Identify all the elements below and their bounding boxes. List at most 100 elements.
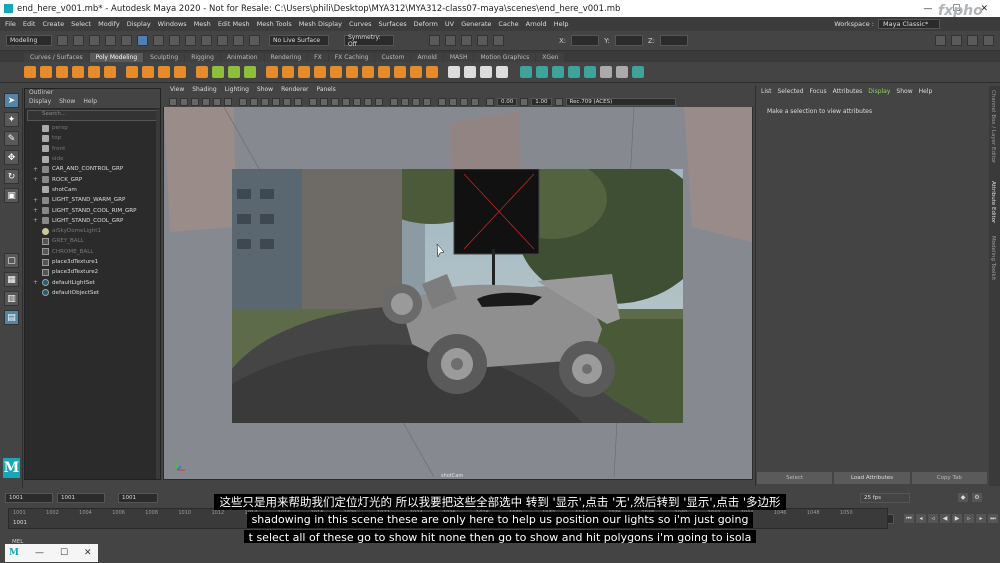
boolean-icon[interactable] [266,66,278,78]
outliner-item[interactable]: + ROCK_GRP [25,174,160,184]
outliner-scrollbar[interactable] [156,109,160,479]
copy-tab-button[interactable]: Copy Tab [911,472,987,484]
shelf-tab-custom[interactable]: Custom [375,53,411,62]
motion-blur-icon[interactable] [401,97,409,106]
outliner-item[interactable]: place3dTexture2 [25,267,160,277]
select-object-icon[interactable] [153,35,164,46]
shelf-tab-fx[interactable]: FX [308,53,328,62]
shelf-tab-mash[interactable]: MASH [443,53,474,62]
minimize-button[interactable]: — [923,4,932,14]
expand-toggle-icon[interactable]: + [33,166,39,173]
snap-view-icon[interactable] [233,35,244,46]
view-transform-dropdown[interactable]: Rec.709 (ACES) [565,97,676,106]
shadows-icon[interactable] [375,97,383,106]
lasso-tool-icon[interactable]: ✦ [4,112,19,127]
attribute-menu-help[interactable]: Help [919,88,933,95]
poly-svg-icon[interactable] [158,66,170,78]
shelf-tab-arnold[interactable]: Arnold [411,53,443,62]
camera-attributes-icon[interactable] [180,97,188,106]
spherical-map-icon[interactable] [568,66,580,78]
shelf-tab-motion-graphics[interactable]: Motion Graphics [474,53,536,62]
outliner-item[interactable]: + LIGHT_STAND_COOL_RIM_GRP [25,205,160,215]
outliner-layout-icon[interactable]: ▤ [4,310,19,325]
grid-icon[interactable] [239,97,247,106]
menu-modify[interactable]: Modify [98,20,120,28]
quad-draw-icon[interactable] [496,66,508,78]
step-back-frame-icon[interactable]: ◃ [928,514,938,523]
auto-key-icon[interactable]: ◆ [958,493,968,502]
wedge-icon[interactable] [410,66,422,78]
expand-toggle-icon[interactable]: + [33,207,39,214]
attribute-menu-show[interactable]: Show [896,88,912,95]
snap-curve-icon[interactable] [201,35,212,46]
move-tool-icon[interactable]: ✥ [4,150,19,165]
menu-file[interactable]: File [5,20,16,28]
gate-mask-icon[interactable] [272,97,280,106]
checker-icon[interactable] [600,66,612,78]
connect-icon[interactable] [480,66,492,78]
menu-select[interactable]: Select [71,20,91,28]
exposure-icon[interactable] [486,97,494,106]
undo-icon[interactable] [105,35,116,46]
mini-minimize-button[interactable]: — [35,548,44,558]
circularize-icon[interactable] [426,66,438,78]
xray-icon[interactable] [449,97,457,106]
tab-modeling-toolkit[interactable]: Modeling Toolkit [990,236,996,280]
redo-icon[interactable] [121,35,132,46]
play-forward-icon[interactable]: ▶ [952,514,962,523]
sign-in-icon[interactable] [935,35,946,46]
cylindrical-map-icon[interactable] [552,66,564,78]
outliner-item[interactable]: aiSkyDomeLight1 [25,226,160,236]
magnet-icon[interactable] [249,35,260,46]
default-material-icon[interactable] [331,97,339,106]
image-plane-icon[interactable] [202,97,210,106]
mini-close-button[interactable]: ✕ [84,548,92,558]
outliner-item[interactable]: + LIGHT_STAND_WARM_GRP [25,195,160,205]
step-back-key-icon[interactable]: ◂ [916,514,926,523]
animation-start-field[interactable]: 1001 [5,493,53,503]
gamma-field[interactable]: 1.00 [531,97,552,106]
outliner-menu-display[interactable]: Display [29,98,51,108]
menu-cache[interactable]: Cache [498,20,518,28]
collapse-icon[interactable] [378,66,390,78]
outliner-menu-show[interactable]: Show [59,98,75,108]
select-hierarchy-icon[interactable] [137,35,148,46]
snap-point-icon[interactable] [217,35,228,46]
menu-edit-mesh[interactable]: Edit Mesh [218,20,250,28]
scale-tool-icon[interactable]: ▣ [4,188,19,203]
hypershade-icon[interactable] [477,35,488,46]
bookmarks-icon[interactable] [191,97,199,106]
expand-toggle-icon[interactable]: + [33,176,39,183]
new-scene-icon[interactable] [57,35,68,46]
render-frame-icon[interactable] [429,35,440,46]
exposure-field[interactable]: 0.00 [497,97,518,106]
save-scene-icon[interactable] [89,35,100,46]
merge-icon[interactable] [362,66,374,78]
shelf-tab-xgen[interactable]: XGen [536,53,565,62]
multi-cut-icon[interactable] [448,66,460,78]
color-management-icon[interactable] [554,97,563,106]
z-field[interactable] [660,35,689,46]
go-to-start-icon[interactable]: ⏮ [904,514,914,523]
menu-generate[interactable]: Generate [461,20,491,28]
uv-editor-icon[interactable] [520,66,532,78]
preferences-icon[interactable]: ⚙ [972,493,982,502]
single-perspective-layout-icon[interactable]: ▢ [4,253,19,268]
field-chart-icon[interactable] [283,97,291,106]
shelf-tab-poly-modeling[interactable]: Poly Modeling [89,53,144,62]
outliner-search-input[interactable]: Search... [27,110,158,121]
load-attributes-button[interactable]: Load Attributes [834,472,910,484]
soft-select-icon[interactable] [632,66,644,78]
render-settings-icon[interactable] [461,35,472,46]
poly-disc-icon[interactable] [126,66,138,78]
separate-icon[interactable] [228,66,240,78]
menu-mesh-tools[interactable]: Mesh Tools [257,20,292,28]
live-surface-field[interactable]: No Live Surface [269,35,329,46]
poly-cylinder-icon[interactable] [56,66,68,78]
target-weld-icon[interactable] [464,66,476,78]
smooth-icon[interactable] [244,66,256,78]
grease-pencil-icon[interactable] [224,97,232,106]
append-icon[interactable] [330,66,342,78]
step-forward-frame-icon[interactable]: ▹ [964,514,974,523]
fps-dropdown[interactable]: 25 fps [860,493,910,503]
